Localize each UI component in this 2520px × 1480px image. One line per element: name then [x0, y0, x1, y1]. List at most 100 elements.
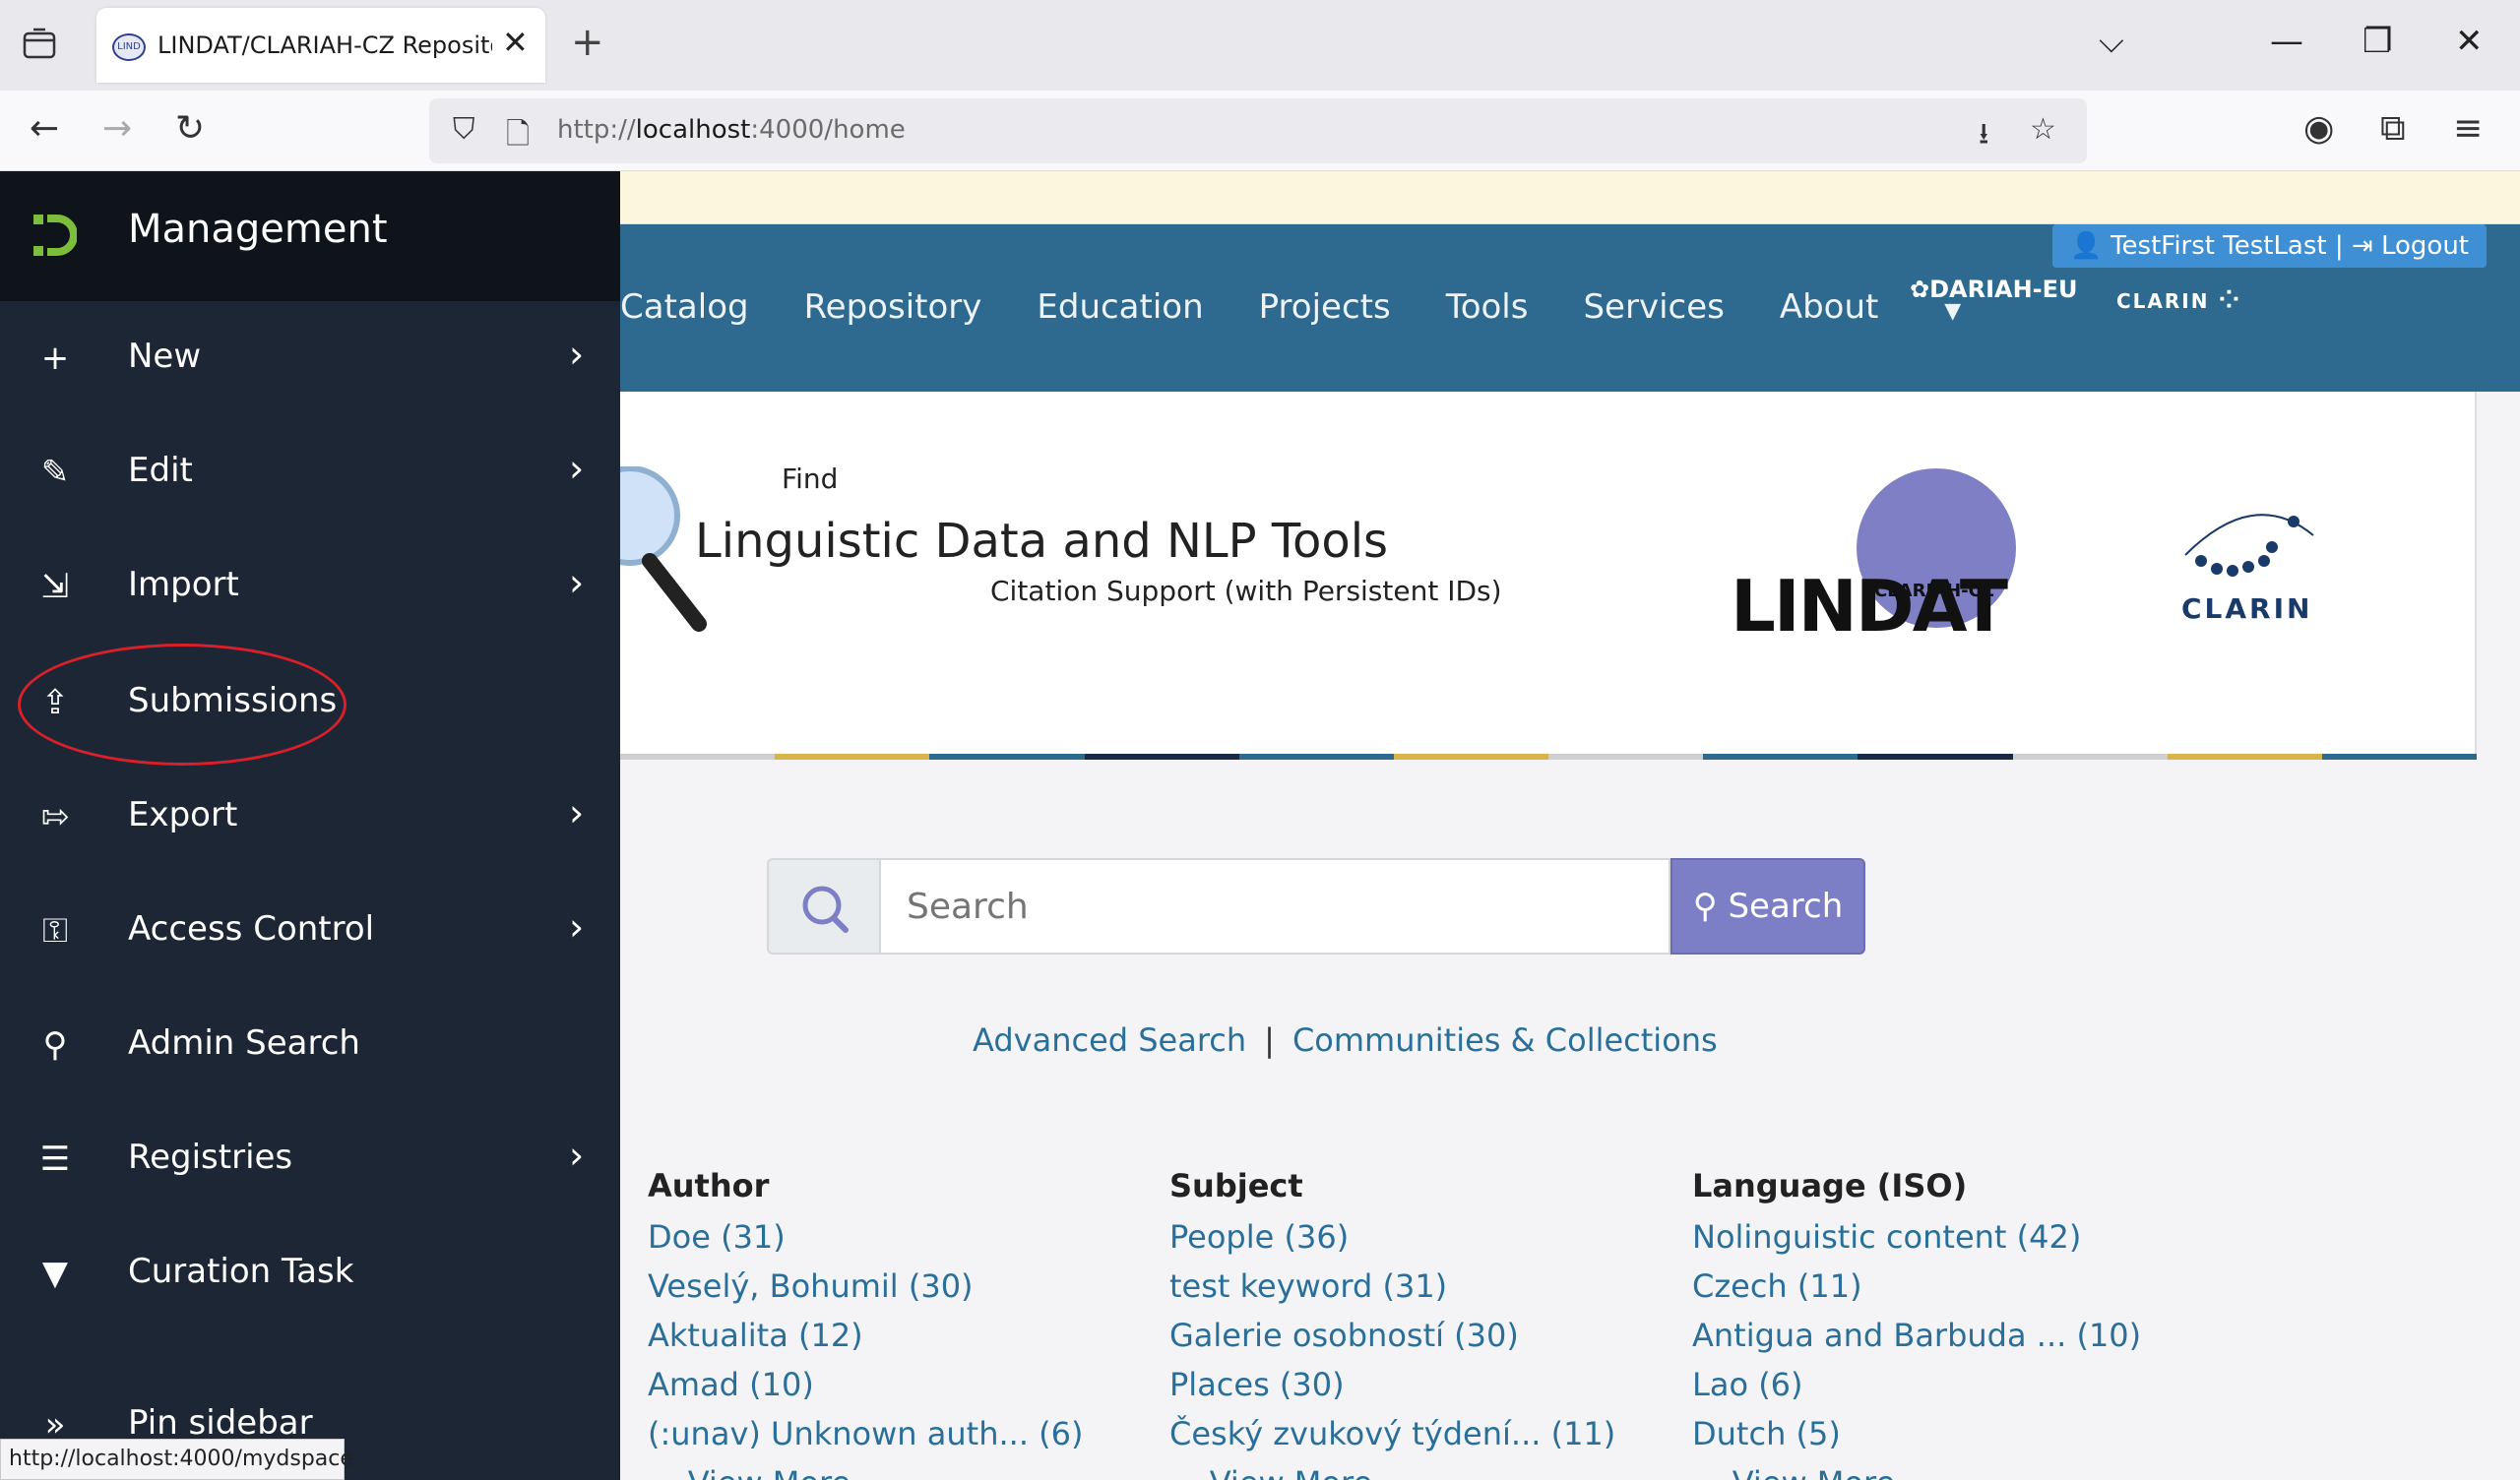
- sidebar-item-access-control[interactable]: ⚿ Access Control ›: [0, 882, 620, 980]
- menu-repository[interactable]: Repository: [804, 287, 982, 327]
- search-prefix-icon: [802, 886, 849, 933]
- reload-icon[interactable]: ↻: [175, 108, 205, 149]
- search-icon: ⚲: [42, 1025, 68, 1065]
- facet-item[interactable]: Lao (6): [1692, 1360, 2141, 1409]
- facet-title: Subject: [1169, 1167, 1303, 1204]
- address-bar[interactable]: ⛉ 🗋 http://localhost:4000/home ⭳ ☆: [429, 98, 2087, 163]
- sidebar-item-label: Export: [128, 795, 238, 834]
- bookmark-star-icon[interactable]: ☆: [2030, 112, 2056, 147]
- save-page-icon[interactable]: ⭳: [1979, 112, 1989, 162]
- sidebar-item-label: New: [128, 337, 202, 376]
- close-tab-icon[interactable]: ✕: [502, 24, 529, 61]
- facet-item[interactable]: People (36): [1169, 1212, 1615, 1262]
- facet-subject: Subject People (36) test keyword (31) Ga…: [1169, 1167, 1615, 1480]
- chevron-right-icon: ›: [569, 791, 585, 834]
- menu-tools[interactable]: Tools: [1446, 287, 1529, 327]
- sidebar-item-label: Import: [128, 565, 239, 604]
- facet-view-more[interactable]: ... View More: [1692, 1458, 2141, 1480]
- banner-subline: Citation Support (with Persistent IDs): [990, 575, 1502, 607]
- chevron-right-icon: ›: [569, 333, 585, 376]
- facet-item[interactable]: Galerie osobností (30): [1169, 1311, 1615, 1360]
- facet-item[interactable]: test keyword (31): [1169, 1262, 1615, 1311]
- sidebar-item-label: Edit: [128, 451, 193, 490]
- banner-headline: Linguistic Data and NLP Tools: [695, 514, 1389, 569]
- key-icon: ⚿: [42, 911, 68, 951]
- sidebar-item-admin-search[interactable]: ⚲ Admin Search: [0, 996, 620, 1094]
- page-info-icon[interactable]: 🗋: [506, 112, 530, 162]
- dspace-logo-icon: [33, 215, 77, 256]
- close-window-icon[interactable]: ✕: [2455, 22, 2484, 61]
- facet-item[interactable]: Nolinguistic content (42): [1692, 1212, 2141, 1262]
- user-icon: 👤: [2070, 231, 2103, 261]
- sidebar-item-export[interactable]: ⇰ Export ›: [0, 768, 620, 866]
- forward-icon[interactable]: →: [102, 108, 132, 149]
- advanced-search-link[interactable]: Advanced Search: [973, 1021, 1246, 1059]
- menu-services[interactable]: Services: [1583, 287, 1724, 327]
- sidebar-item-label: Access Control: [128, 909, 375, 949]
- dariah-logo[interactable]: ✿DARIAH-EU: [1910, 276, 2078, 303]
- menu-catalog[interactable]: Catalog: [620, 287, 749, 327]
- pin-sidebar-label: Pin sidebar: [128, 1403, 313, 1443]
- sidebar-item-new[interactable]: + New ›: [0, 309, 620, 407]
- facet-item[interactable]: Antigua and Barbuda ... (10): [1692, 1311, 2141, 1360]
- user-name[interactable]: TestFirst TestLast: [2110, 231, 2327, 261]
- chevron-right-icon: ›: [569, 1134, 585, 1177]
- sidebar-item-label: Curation Task: [128, 1252, 354, 1291]
- lindat-logo[interactable]: LINDAT: [1731, 565, 2008, 648]
- facet-title: Author: [648, 1167, 770, 1204]
- sidebar-item-edit[interactable]: ✎ Edit ›: [0, 423, 620, 522]
- search-button[interactable]: ⚲ Search: [1670, 858, 1865, 955]
- facet-item[interactable]: Places (30): [1169, 1360, 1615, 1409]
- new-tab-icon[interactable]: +: [571, 20, 604, 65]
- decorative-stripe: [620, 754, 2478, 760]
- app-menu-icon[interactable]: ≡: [2453, 108, 2483, 149]
- shield-icon[interactable]: ⛉: [453, 112, 475, 147]
- search-group: ⚲ Search: [767, 858, 1865, 955]
- status-bar-url: http://localhost:4000/mydspace: [0, 1439, 353, 1480]
- sidebar-item-registries[interactable]: ☰ Registries ›: [0, 1110, 620, 1208]
- logout-link[interactable]: Logout: [2381, 231, 2469, 261]
- pencil-icon: ✎: [40, 453, 70, 492]
- banner-find: Find: [782, 462, 839, 495]
- notice-bar: [620, 171, 2520, 224]
- browser-tab-active[interactable]: LIND LINDAT/CLARIAH-CZ Repository H ✕: [96, 8, 545, 83]
- clarin-nav-logo[interactable]: CLARIN ⁘: [2116, 285, 2241, 315]
- sidebar-item-label: Admin Search: [128, 1023, 360, 1063]
- links-separator: |: [1264, 1021, 1275, 1059]
- extensions-icon[interactable]: ⧉: [2380, 108, 2406, 150]
- menu-projects[interactable]: Projects: [1259, 287, 1391, 327]
- minimize-window-icon[interactable]: —: [2270, 22, 2303, 61]
- sidebar-item-import[interactable]: ⇲ Import ›: [0, 537, 620, 636]
- user-pill[interactable]: 👤 TestFirst TestLast | ⇥ Logout: [2052, 224, 2487, 268]
- tab-overflow-chevron-icon[interactable]: ⌵: [2099, 22, 2124, 61]
- account-icon[interactable]: ◉: [2303, 108, 2334, 149]
- facet-item[interactable]: Doe (31): [648, 1212, 1083, 1262]
- clarin-banner-word: CLARIN: [2181, 592, 2313, 625]
- sidebar-item-curation-task[interactable]: ▼ Curation Task: [0, 1224, 620, 1323]
- facet-view-more[interactable]: ... View More: [1169, 1458, 1615, 1480]
- search-input[interactable]: [881, 858, 1670, 955]
- search-links: Advanced Search | Communities & Collection…: [973, 1021, 1718, 1059]
- facet-item[interactable]: Veselý, Bohumil (30): [648, 1262, 1083, 1311]
- facet-item[interactable]: Amad (10): [648, 1360, 1083, 1409]
- facet-view-more[interactable]: ... View More: [648, 1458, 1083, 1480]
- url-text[interactable]: http://localhost:4000/home: [557, 115, 906, 145]
- tab-list-icon[interactable]: [22, 26, 57, 61]
- browser-toolbar: ← → ↻ ⛉ 🗋 http://localhost:4000/home ⭳ ☆…: [0, 91, 2520, 171]
- tab-title: LINDAT/CLARIAH-CZ Repository H: [158, 31, 492, 59]
- facet-item[interactable]: (:unav) Unknown auth... (6): [648, 1409, 1083, 1458]
- chevron-right-icon: ›: [569, 561, 585, 604]
- facet-item[interactable]: Aktualita (12): [648, 1311, 1083, 1360]
- main-menu: Catalog Repository Education Projects To…: [620, 287, 2071, 327]
- browser-tab-bar: LIND LINDAT/CLARIAH-CZ Repository H ✕ + …: [0, 0, 2520, 91]
- restore-window-icon[interactable]: ❐: [2362, 22, 2392, 61]
- facet-item[interactable]: Český zvukový týdení... (11): [1169, 1409, 1615, 1458]
- facet-item[interactable]: Czech (11): [1692, 1262, 2141, 1311]
- facet-item[interactable]: Dutch (5): [1692, 1409, 2141, 1458]
- back-icon[interactable]: ←: [30, 108, 59, 149]
- annotation-highlight-ellipse: [18, 644, 346, 766]
- menu-education[interactable]: Education: [1037, 287, 1203, 327]
- facet-language: Language (ISO) Nolinguistic content (42)…: [1692, 1167, 2141, 1480]
- list-icon: ☰: [39, 1140, 71, 1179]
- communities-collections-link[interactable]: Communities & Collections: [1292, 1021, 1718, 1059]
